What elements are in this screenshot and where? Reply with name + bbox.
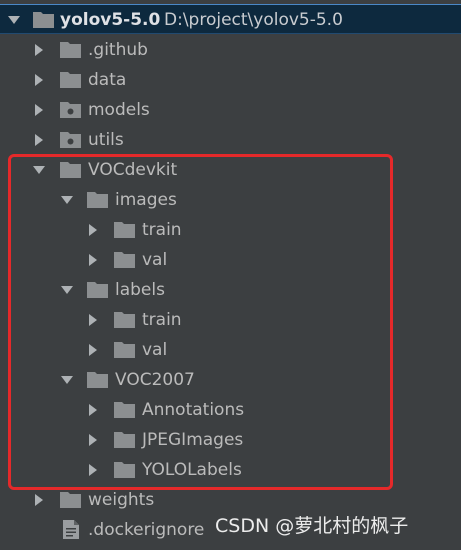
tree-item-label: utils (88, 130, 124, 150)
tree-item-label: .github (88, 40, 148, 60)
tree-item-label: data (88, 70, 127, 90)
watermark: CSDN @萝北村的枫子 (215, 515, 409, 537)
tree-row-models[interactable]: models (0, 95, 461, 125)
file-icon (63, 520, 79, 539)
package-folder-icon (60, 102, 81, 118)
folder-icon (60, 42, 81, 58)
folder-icon (33, 12, 54, 28)
tree-row-root[interactable]: yolov5-5.0 D:\project\yolov5-5.0 (0, 4, 461, 34)
chevron-down-icon[interactable] (8, 14, 20, 26)
highlight-box (8, 154, 393, 490)
root-folder-path: D:\project\yolov5-5.0 (164, 10, 343, 30)
chevron-right-icon[interactable] (33, 104, 45, 116)
project-tree-panel: yolov5-5.0 D:\project\yolov5-5.0 .github… (0, 0, 461, 550)
tree-row-data[interactable]: data (0, 65, 461, 95)
tree-item-label: .dockerignore (88, 520, 205, 540)
tree-row-utils[interactable]: utils (0, 125, 461, 155)
package-folder-icon (60, 132, 81, 148)
folder-icon (60, 72, 81, 88)
chevron-right-icon[interactable] (33, 74, 45, 86)
chevron-right-icon[interactable] (33, 44, 45, 56)
tree-row-github[interactable]: .github (0, 35, 461, 65)
tree-item-label: weights (88, 490, 155, 510)
folder-icon (60, 492, 81, 508)
tree-item-label: models (88, 100, 150, 120)
chevron-right-icon[interactable] (33, 494, 45, 506)
chevron-right-icon[interactable] (33, 134, 45, 146)
root-folder-name: yolov5-5.0 (60, 10, 161, 30)
